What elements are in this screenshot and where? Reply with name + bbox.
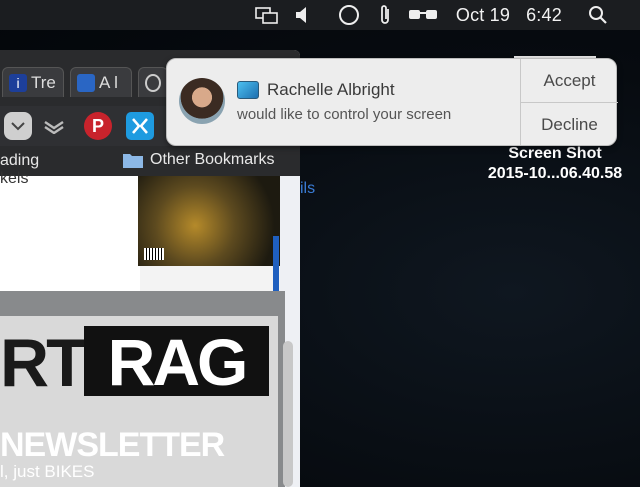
book-cover-image[interactable] (138, 176, 281, 266)
newsletter-heading: NEWSLETTER (0, 426, 225, 464)
barcode-icon (144, 248, 164, 260)
info-icon: i (9, 73, 27, 92)
circle-icon[interactable] (336, 0, 362, 30)
file-label-line2: 2015-10...06.40.58 (487, 165, 623, 182)
paperclip-icon[interactable] (374, 0, 396, 30)
desktop-file-label[interactable]: Screen Shot 2015-10...06.40.58 (470, 144, 640, 184)
page-text-fragment: kels (0, 170, 29, 187)
tab-site-icon (145, 73, 161, 92)
menubar-time[interactable]: 6:42 (520, 0, 568, 30)
notification-actions: Accept Decline (520, 59, 618, 145)
spotlight-search-icon[interactable] (584, 0, 612, 30)
file-label-line1: Screen Shot (508, 145, 602, 162)
volume-icon[interactable] (292, 0, 314, 30)
glasses-icon[interactable] (406, 0, 440, 30)
bookmarks-bar: ading Other Bookmarks (0, 146, 300, 176)
decline-button[interactable]: Decline (521, 103, 618, 146)
accept-button[interactable]: Accept (521, 59, 618, 103)
blue-accent-bar (273, 236, 279, 291)
menu-bar: Oct 19 6:42 (0, 0, 640, 30)
other-bookmarks-button[interactable]: Other Bookmarks (122, 151, 274, 169)
layers-icon[interactable] (40, 112, 68, 140)
bookmark-x-icon[interactable] (126, 112, 154, 140)
chevron-down-icon[interactable] (4, 112, 32, 140)
menubar-date[interactable]: Oct 19 (450, 0, 516, 30)
tab-tre[interactable]: i Tre (2, 67, 64, 97)
page-top-panel: kels (0, 170, 140, 291)
tab-label: Tre (31, 72, 56, 92)
screen-mirroring-icon[interactable] (252, 0, 282, 30)
tab-a[interactable]: A l (70, 67, 132, 97)
logo-rag: RAG (84, 326, 269, 398)
folder-icon (123, 154, 143, 168)
logo-left-text: RT (0, 325, 88, 401)
notification-message: would like to control your screen (237, 106, 452, 123)
other-bookmarks-label: Other Bookmarks (150, 151, 275, 168)
tab-label: A l (99, 72, 118, 92)
link-fragment[interactable]: ils (300, 180, 315, 198)
screen-sharing-notification: Rachelle Albright would like to control … (166, 58, 618, 146)
tagline: l, just BIKES (0, 462, 95, 481)
screen-sharing-app-icon (237, 81, 259, 99)
pinterest-icon[interactable]: P (84, 112, 112, 140)
bookmark-reading[interactable]: ading (0, 152, 39, 170)
page-content: kels RT RAG NEWSLETTER l, just BIKES (0, 170, 300, 487)
notification-sender: Rachelle Albright (267, 80, 395, 99)
page-scrollbar[interactable] (283, 341, 293, 487)
book-icon (77, 73, 95, 92)
avatar (179, 78, 225, 124)
tab-extra[interactable] (138, 67, 168, 97)
notification-title: Rachelle Albright (237, 80, 395, 100)
